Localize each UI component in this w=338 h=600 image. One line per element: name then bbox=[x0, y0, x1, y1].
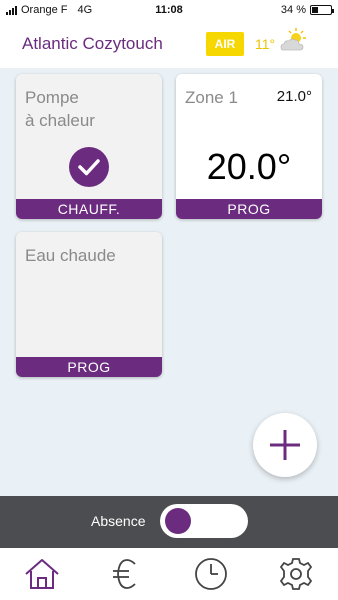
bottom-nav bbox=[0, 548, 338, 600]
battery-percent: 34 % bbox=[280, 4, 306, 16]
toggle-knob bbox=[165, 508, 191, 534]
partly-cloudy-icon bbox=[280, 28, 306, 51]
hot-water-prog-button[interactable]: PROG bbox=[16, 357, 162, 377]
heat-pump-mode-button[interactable]: CHAUFF. bbox=[16, 199, 162, 219]
nav-settings[interactable] bbox=[276, 556, 316, 592]
heat-pump-title-line1: Pompe bbox=[25, 88, 79, 107]
nav-consumption[interactable] bbox=[107, 556, 147, 592]
status-bar: Orange F 4G 11:08 34 % bbox=[0, 0, 338, 22]
zone1-title: Zone 1 bbox=[185, 88, 238, 107]
nav-schedule[interactable] bbox=[191, 556, 231, 592]
zone1-card[interactable]: Zone 1 21.0° 20.0° PROG bbox=[176, 74, 322, 219]
hot-water-card[interactable]: Eau chaude PROG bbox=[16, 232, 162, 377]
home-icon bbox=[25, 559, 59, 589]
clock-icon bbox=[195, 558, 227, 590]
zone1-prog-button[interactable]: PROG bbox=[176, 199, 322, 219]
hot-water-title: Eau chaude bbox=[25, 246, 116, 265]
plus-icon bbox=[270, 430, 300, 460]
absence-label: Absence bbox=[91, 513, 146, 529]
heat-pump-title-line2: à chaleur bbox=[25, 111, 95, 130]
battery-icon bbox=[310, 5, 334, 15]
air-badge[interactable]: AIR bbox=[206, 32, 244, 56]
absence-toggle[interactable] bbox=[160, 504, 248, 538]
status-right: 34 % bbox=[280, 4, 334, 16]
zone1-setpoint: 21.0° bbox=[276, 88, 312, 105]
zone1-current-temp: 20.0° bbox=[206, 146, 292, 187]
gear-icon bbox=[279, 558, 313, 590]
absence-bar: Absence bbox=[0, 496, 338, 548]
check-icon bbox=[69, 147, 109, 187]
battery-fill bbox=[312, 7, 319, 13]
app-title: Atlantic Cozytouch bbox=[22, 34, 163, 53]
nav-home[interactable] bbox=[22, 556, 62, 592]
app-header: Atlantic Cozytouch AIR 11° bbox=[0, 22, 338, 68]
heat-pump-title: Pompe à chaleur bbox=[25, 86, 95, 132]
outside-temperature: 11° bbox=[255, 36, 276, 52]
euro-icon bbox=[113, 559, 136, 589]
add-button[interactable] bbox=[253, 413, 317, 477]
heat-pump-card[interactable]: Pompe à chaleur CHAUFF. bbox=[16, 74, 162, 219]
